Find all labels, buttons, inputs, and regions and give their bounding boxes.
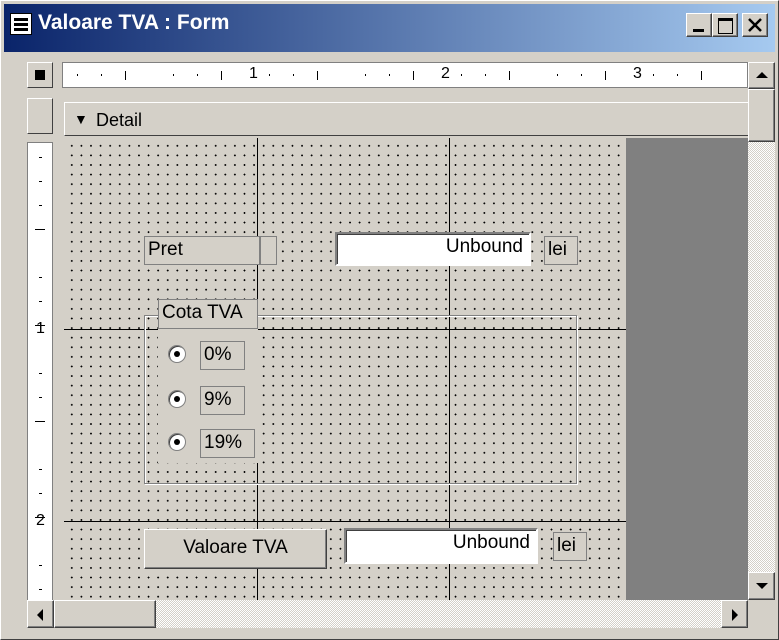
ruler-tick xyxy=(557,74,558,76)
maximize-icon xyxy=(718,18,733,34)
ruler-tick xyxy=(39,373,42,374)
pret-unit-label[interactable]: lei xyxy=(544,236,578,265)
arrow-right-icon xyxy=(732,609,738,621)
ruler-tick xyxy=(389,74,390,76)
ruler-tick xyxy=(365,74,366,76)
vertical-scroll-thumb[interactable] xyxy=(748,89,775,142)
form-icon[interactable] xyxy=(10,13,32,35)
option-label-9-percent[interactable]: 9% xyxy=(200,386,245,415)
ruler-tick xyxy=(605,71,606,80)
ruler-tick xyxy=(39,565,42,566)
detail-section-label: Detail xyxy=(96,110,143,130)
vertical-ruler[interactable]: 1 2 xyxy=(27,142,53,602)
arrow-down-icon xyxy=(756,583,768,589)
ruler-number: 3 xyxy=(633,65,642,82)
ruler-tick xyxy=(701,71,702,80)
ruler-tick xyxy=(39,181,42,182)
ruler-tick xyxy=(35,229,45,230)
ruler-tick xyxy=(461,74,462,76)
ruler-tick xyxy=(39,205,42,206)
horizontal-ruler[interactable]: 1 2 3 xyxy=(62,62,748,88)
ruler-tick xyxy=(509,71,510,80)
minimize-icon xyxy=(693,29,704,32)
ruler-number: 1 xyxy=(36,320,45,337)
scroll-up-button[interactable] xyxy=(748,62,775,89)
maximize-button[interactable] xyxy=(712,13,738,37)
ruler-number: 2 xyxy=(36,512,45,529)
close-icon xyxy=(748,18,762,32)
form-selector[interactable] xyxy=(27,62,53,88)
detail-section-bar[interactable] xyxy=(64,102,750,136)
ruler-tick xyxy=(35,517,45,518)
ruler-tick xyxy=(35,421,45,422)
ruler-tick xyxy=(39,493,42,494)
valoare-tva-button[interactable]: Valoare TVA xyxy=(144,529,327,569)
result-unit-label[interactable]: lei xyxy=(553,532,587,561)
scrollbar-corner xyxy=(748,600,775,628)
ruler-tick xyxy=(317,71,318,80)
close-button[interactable] xyxy=(742,13,768,37)
arrow-up-icon xyxy=(756,72,768,78)
ruler-tick xyxy=(39,277,42,278)
minimize-button[interactable] xyxy=(686,13,712,37)
result-textbox[interactable]: Unbound xyxy=(344,528,538,564)
arrow-left-icon xyxy=(37,609,43,621)
ruler-tick xyxy=(77,74,78,76)
option-label-19-percent[interactable]: 19% xyxy=(200,429,255,458)
scroll-down-button[interactable] xyxy=(748,572,775,600)
ruler-tick xyxy=(125,71,126,80)
ruler-tick xyxy=(485,74,486,76)
ruler-tick xyxy=(39,157,42,158)
section-arrow-icon: ▼ xyxy=(74,111,88,127)
ruler-tick xyxy=(413,71,414,80)
ruler-tick xyxy=(39,397,42,398)
horizontal-scroll-thumb[interactable] xyxy=(54,600,156,628)
ruler-tick xyxy=(173,74,174,76)
ruler-tick xyxy=(293,74,294,76)
section-selector[interactable] xyxy=(27,98,53,134)
ruler-tick xyxy=(581,74,582,76)
ruler-tick xyxy=(39,301,42,302)
radio-0-percent[interactable] xyxy=(168,345,186,363)
ruler-tick xyxy=(35,325,45,326)
ruler-number: 1 xyxy=(249,65,258,82)
pret-textbox[interactable]: Unbound xyxy=(335,232,531,266)
pret-label[interactable]: Pret xyxy=(144,236,260,265)
form-background-area xyxy=(626,138,748,600)
scroll-left-button[interactable] xyxy=(27,600,54,628)
ruler-tick xyxy=(677,74,678,76)
ruler-tick xyxy=(39,589,42,590)
ruler-tick xyxy=(221,71,222,80)
radio-9-percent[interactable] xyxy=(168,390,186,408)
ruler-tick xyxy=(197,74,198,76)
ruler-number: 2 xyxy=(441,65,450,82)
grid-line xyxy=(64,521,626,522)
ruler-tick xyxy=(101,74,102,76)
ruler-tick xyxy=(39,469,42,470)
vertical-scrollbar[interactable] xyxy=(748,62,775,600)
pret-label-handle[interactable] xyxy=(260,236,277,265)
scroll-right-button[interactable] xyxy=(721,600,748,628)
ruler-tick xyxy=(269,74,270,76)
option-label-0-percent[interactable]: 0% xyxy=(200,341,245,370)
ruler-tick xyxy=(653,74,654,76)
window-title: Valoare TVA : Form xyxy=(38,11,230,34)
option-group-label[interactable]: Cota TVA xyxy=(158,299,258,329)
radio-19-percent[interactable] xyxy=(168,433,186,451)
